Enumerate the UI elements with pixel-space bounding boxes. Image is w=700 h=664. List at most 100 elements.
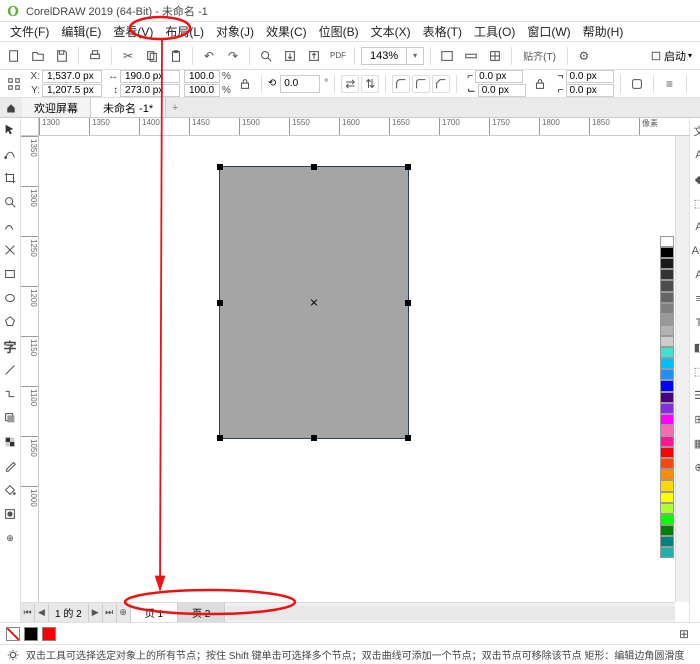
mirror-v-button[interactable]: ⇅: [361, 75, 379, 93]
round-corner-button[interactable]: [392, 75, 410, 93]
mirror-h-button[interactable]: ⇄: [341, 75, 359, 93]
no-color-swatch[interactable]: [6, 627, 20, 641]
pick-tool[interactable]: [0, 120, 20, 140]
shape-tool[interactable]: [0, 144, 20, 164]
add-page-button[interactable]: ⊕: [117, 604, 131, 622]
color-swatch-13[interactable]: [660, 380, 674, 391]
scale-y-input[interactable]: 100.0: [184, 84, 220, 97]
drop-shadow-tool[interactable]: [0, 408, 20, 428]
relative-corner-button[interactable]: [627, 74, 647, 94]
docker-6[interactable]: A: [690, 266, 700, 284]
height-input[interactable]: 273.0 px: [120, 84, 180, 97]
crop-tool[interactable]: [0, 168, 20, 188]
selected-rectangle[interactable]: [219, 166, 409, 439]
color-swatch-6[interactable]: [660, 303, 674, 314]
color-swatch-3[interactable]: [660, 269, 674, 280]
color-swatch-11[interactable]: [660, 358, 674, 369]
publish-pdf-button[interactable]: PDF: [328, 46, 348, 66]
handle-top-mid[interactable]: [311, 164, 317, 170]
docker-5[interactable]: AB: [690, 242, 700, 260]
page-info[interactable]: 1 的 2: [49, 604, 89, 622]
color-swatch-28[interactable]: [660, 547, 674, 558]
fullscreen-button[interactable]: [437, 46, 457, 66]
undo-button[interactable]: ↶: [199, 46, 219, 66]
color-swatch-1[interactable]: [660, 247, 674, 258]
docker-11[interactable]: ☰: [690, 386, 700, 404]
docker-7[interactable]: ≡: [690, 290, 700, 308]
page-tab-2[interactable]: 页 2: [178, 603, 225, 622]
color-swatch-25[interactable]: [660, 514, 674, 525]
color-swatch-26[interactable]: [660, 525, 674, 536]
color-swatch-14[interactable]: [660, 392, 674, 403]
docker-13[interactable]: ▦: [690, 434, 700, 452]
artistic-media-tool[interactable]: [0, 240, 20, 260]
prev-page-button[interactable]: ◀: [35, 604, 49, 622]
options-button[interactable]: ⚙: [574, 46, 594, 66]
color-swatch-22[interactable]: [660, 480, 674, 491]
chamfer-corner-button[interactable]: [432, 75, 450, 93]
color-swatch-20[interactable]: [660, 458, 674, 469]
docker-4[interactable]: A: [690, 218, 700, 236]
color-swatch-23[interactable]: [660, 492, 674, 503]
color-swatch-2[interactable]: [660, 258, 674, 269]
polygon-tool[interactable]: [0, 312, 20, 332]
docker-2[interactable]: ◆: [690, 170, 700, 188]
expand-toolbox-button[interactable]: ⊕: [0, 528, 20, 548]
swatch-black[interactable]: [24, 627, 38, 641]
copy-button[interactable]: [142, 46, 162, 66]
snapto-button[interactable]: 贴齐(T): [518, 46, 561, 66]
swatch-red[interactable]: [42, 627, 56, 641]
cut-button[interactable]: ✂: [118, 46, 138, 66]
docker-12[interactable]: ⊞: [690, 410, 700, 428]
handle-bot-mid[interactable]: [311, 435, 317, 441]
text-tool[interactable]: 字: [0, 336, 20, 356]
connector-tool[interactable]: [0, 384, 20, 404]
width-input[interactable]: 190.0 px: [120, 70, 180, 83]
next-page-button[interactable]: ▶: [89, 604, 103, 622]
origin-icon[interactable]: [4, 74, 24, 94]
search-button[interactable]: [256, 46, 276, 66]
import-button[interactable]: [280, 46, 300, 66]
color-swatch-5[interactable]: [660, 292, 674, 303]
zoom-tool[interactable]: [0, 192, 20, 212]
vertical-ruler[interactable]: 1350 1300 1250 1200 1150 1100 1050 1000: [21, 136, 39, 602]
ellipse-tool[interactable]: [0, 288, 20, 308]
color-swatch-24[interactable]: [660, 503, 674, 514]
handle-mid-left[interactable]: [217, 300, 223, 306]
open-button[interactable]: [28, 46, 48, 66]
menu-bitmap[interactable]: 位图(B): [313, 21, 365, 42]
navigator-button[interactable]: ⊞: [674, 624, 694, 644]
transparency-tool[interactable]: [0, 432, 20, 452]
grid-button[interactable]: [485, 46, 505, 66]
handle-mid-right[interactable]: [405, 300, 411, 306]
handle-top-right[interactable]: [405, 164, 411, 170]
color-swatch-15[interactable]: [660, 403, 674, 414]
first-page-button[interactable]: ⏮: [21, 604, 35, 622]
docker-10[interactable]: ⬚: [690, 362, 700, 380]
lock-ratio-button[interactable]: [235, 74, 255, 94]
docker-text[interactable]: 文: [690, 122, 700, 140]
menu-effects[interactable]: 效果(C): [260, 21, 313, 42]
menu-edit[interactable]: 编辑(E): [55, 21, 107, 42]
add-tab-button[interactable]: +: [166, 102, 184, 114]
docker-9[interactable]: ◧: [690, 338, 700, 356]
fill-tool[interactable]: [0, 480, 20, 500]
corner-br-input[interactable]: 0.0 px: [566, 84, 614, 97]
color-swatch-27[interactable]: [660, 536, 674, 547]
x-input[interactable]: 1,537.0 px: [42, 70, 102, 83]
handle-bot-right[interactable]: [405, 435, 411, 441]
ruler-corner[interactable]: [21, 118, 39, 136]
export-button[interactable]: [304, 46, 324, 66]
handle-top-left[interactable]: [217, 164, 223, 170]
docker-3[interactable]: ⬚: [690, 194, 700, 212]
lock-corners-button[interactable]: [530, 74, 550, 94]
document-tab[interactable]: 未命名 -1*: [91, 98, 166, 117]
rectangle-tool[interactable]: [0, 264, 20, 284]
color-swatch-8[interactable]: [660, 325, 674, 336]
expand-docker-button[interactable]: ⊕: [690, 458, 700, 476]
color-swatch-0[interactable]: [660, 236, 674, 247]
menu-view[interactable]: 查看(V): [107, 21, 159, 42]
page-tab-1[interactable]: 页 1: [131, 603, 178, 622]
home-tab-button[interactable]: [0, 98, 22, 117]
menu-help[interactable]: 帮助(H): [577, 21, 630, 42]
